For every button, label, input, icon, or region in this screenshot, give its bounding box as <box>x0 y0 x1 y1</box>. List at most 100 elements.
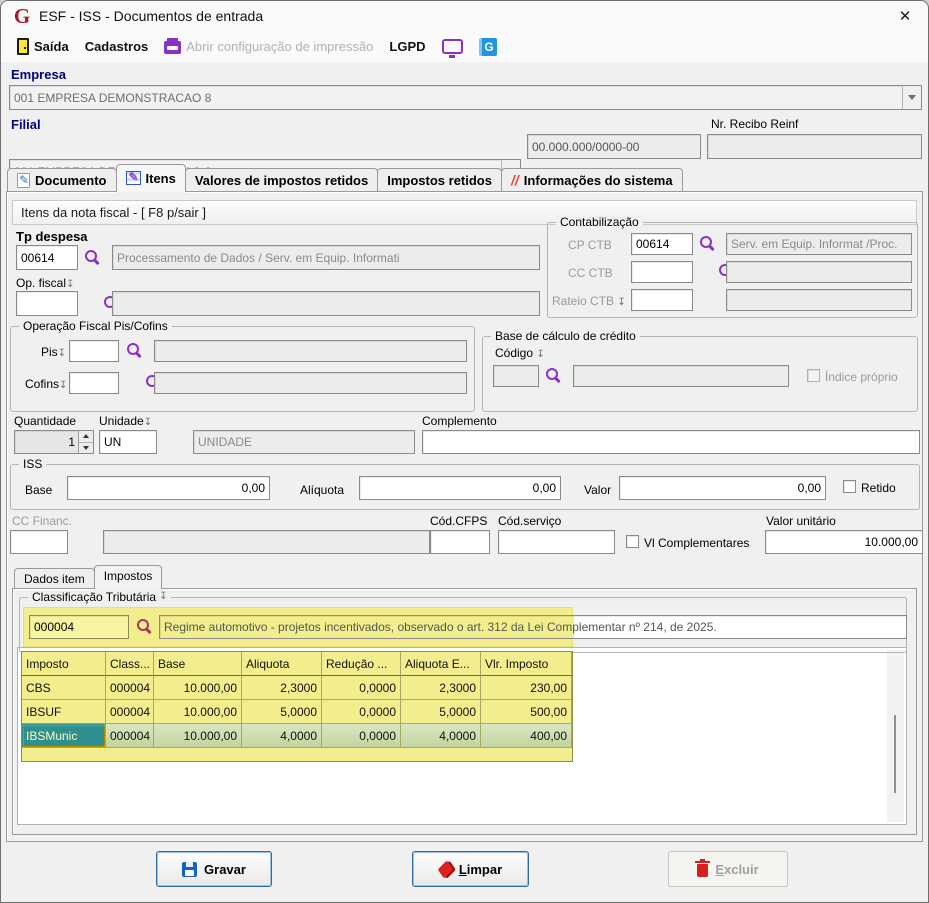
complemento-input[interactable] <box>422 430 920 454</box>
recibo-reinf-label: Nr. Recibo Reinf <box>711 117 799 131</box>
cod-servico-input[interactable] <box>498 530 615 554</box>
menu-monitor[interactable] <box>434 31 471 62</box>
tab-informacoes-sistema[interactable]: // Informações do sistema <box>500 168 683 192</box>
gravar-button[interactable]: Gravar <box>156 851 272 887</box>
classificacao-pin-icon <box>159 592 167 602</box>
vertical-scrollbar[interactable] <box>887 650 904 822</box>
grid-body: CBS 000004 10.000,00 2,3000 0,0000 2,3000 230,… <box>22 676 572 748</box>
cc-ctb-input[interactable] <box>631 261 693 283</box>
title-bar: G ESF - ISS - Documentos de entrada <box>1 1 928 31</box>
tp-despesa-input[interactable]: 00614 <box>16 245 78 270</box>
table-row[interactable]: IBSUF 000004 10.000,00 5,0000 0,0000 5,0000 50… <box>22 700 572 724</box>
tab-impostos-retidos[interactable]: Impostos retidos <box>377 168 502 192</box>
subtab-impostos[interactable]: Impostos <box>93 565 163 589</box>
iss-aliquota-input[interactable]: 0,00 <box>359 476 561 500</box>
menu-lgpd[interactable]: LGPD <box>381 31 433 62</box>
menu-saida-label: Saída <box>34 39 69 54</box>
gravar-button-label: Gravar <box>204 861 246 877</box>
cod-servico-label: Cód.serviço <box>498 514 562 528</box>
table-cell: 10.000,00 <box>154 700 242 724</box>
pis-input[interactable] <box>69 340 119 362</box>
unidade-input[interactable]: UN <box>99 430 157 454</box>
menu-bar: Saída Cadastros Abrir configuração de im… <box>1 31 928 62</box>
table-cell: 4,0000 <box>242 724 322 748</box>
cc-ctb-desc-field <box>726 261 912 283</box>
impostos-subpanel: Classificação Tributária 000004 Regime a… <box>12 588 917 835</box>
rateio-ctb-input[interactable] <box>631 289 693 311</box>
main-tabstrip: Documento Itens Valores de impostos reti… <box>7 164 683 192</box>
subtab-dados-item[interactable]: Dados item <box>14 568 95 589</box>
excluir-button: Excluir <box>668 851 788 887</box>
pis-pin-icon <box>58 349 66 359</box>
empresa-dropdown-icon[interactable] <box>902 86 921 109</box>
cc-financ-input[interactable] <box>10 530 68 554</box>
table-row[interactable]: CBS 000004 10.000,00 2,3000 0,0000 2,3000 230,… <box>22 676 572 700</box>
quantidade-stepper[interactable]: 1 <box>14 430 94 454</box>
cc-ctb-label: CC CTB <box>568 266 613 280</box>
indice-proprio-label: Índice próprio <box>825 370 898 384</box>
op-fiscal-input[interactable] <box>16 291 78 316</box>
cp-ctb-input[interactable]: 00614 <box>631 233 693 255</box>
quantidade-label: Quantidade <box>14 414 77 428</box>
menu-lgpd-label: LGPD <box>389 39 426 54</box>
limpar-button[interactable]: Limpar <box>412 851 529 887</box>
iss-valor-input[interactable]: 0,00 <box>619 476 826 500</box>
classificacao-code-input[interactable]: 000004 <box>29 615 129 639</box>
empresa-value: 001 EMPRESA DEMONSTRACAO 8 <box>14 90 212 105</box>
close-icon[interactable] <box>888 3 922 29</box>
column-header[interactable]: Aliquota E... <box>401 652 481 676</box>
empresa-combobox[interactable]: 001 EMPRESA DEMONSTRACAO 8 <box>9 85 922 110</box>
retido-checkbox[interactable] <box>843 480 856 493</box>
cod-cfps-label: Cód.CFPS <box>430 514 488 528</box>
printer-icon <box>164 38 182 54</box>
cofins-input[interactable] <box>69 372 119 394</box>
cp-ctb-search-icon[interactable] <box>700 236 716 252</box>
pis-search-icon[interactable] <box>127 343 143 359</box>
valor-unitario-label: Valor unitário <box>766 514 836 528</box>
op-fiscal-label: Op. fiscal <box>16 276 74 290</box>
base-credito-group: Base de cálculo de crédito Código Índice… <box>482 329 918 412</box>
cc-financ-label: CC Financ. <box>12 514 73 528</box>
valor-unitario-input[interactable]: 10.000,00 <box>765 530 923 554</box>
tab-valores-impostos-retidos[interactable]: Valores de impostos retidos <box>184 168 379 192</box>
stepper-down-icon[interactable] <box>79 442 93 453</box>
menu-saida[interactable]: Saída <box>9 31 77 62</box>
column-header[interactable]: Class... <box>106 652 154 676</box>
classificacao-desc-field: Regime automotivo - projetos incentivado… <box>159 615 907 639</box>
codigo-desc-field <box>573 365 789 387</box>
cc-financ-desc-field <box>103 530 430 554</box>
tp-despesa-search-icon[interactable] <box>85 250 101 266</box>
cod-cfps-input[interactable] <box>430 530 490 554</box>
classificacao-search-icon[interactable] <box>137 619 153 635</box>
menu-cadastros-label: Cadastros <box>84 39 149 54</box>
column-header[interactable]: Vlr. Imposto <box>481 652 572 676</box>
exit-door-icon <box>17 38 29 55</box>
column-header[interactable]: Aliquota <box>242 652 322 676</box>
indice-proprio-checkbox[interactable] <box>807 369 820 382</box>
op-fiscal-desc-field <box>112 291 540 316</box>
tab-documento[interactable]: Documento <box>7 168 117 192</box>
codigo-pin-icon <box>536 350 544 360</box>
scrollbar-thumb[interactable] <box>894 715 896 793</box>
tab-itens[interactable]: Itens <box>115 164 186 192</box>
codigo-search-icon[interactable] <box>546 368 562 384</box>
codigo-input[interactable] <box>493 365 539 387</box>
vl-complementares-checkbox[interactable] <box>626 535 639 548</box>
table-cell: 5,0000 <box>401 700 481 724</box>
iss-base-input[interactable]: 0,00 <box>67 476 270 500</box>
menu-help[interactable]: G <box>471 31 505 62</box>
unidade-label: Unidade <box>99 414 152 428</box>
iss-aliquota-label: Alíquota <box>300 483 345 497</box>
rateio-pin-icon <box>617 298 625 308</box>
table-row[interactable]: IBSMunic 000004 10.000,00 4,0000 0,0000 4,000… <box>22 724 572 748</box>
window-title: ESF - ISS - Documentos de entrada <box>39 8 264 24</box>
pis-label: Pis <box>41 345 66 359</box>
menu-cadastros[interactable]: Cadastros <box>77 31 157 62</box>
column-header[interactable]: Imposto <box>22 652 106 676</box>
column-header[interactable]: Redução ... <box>322 652 401 676</box>
column-header[interactable]: Base <box>154 652 242 676</box>
retido-label: Retido <box>861 481 896 495</box>
contabilizacao-title: Contabilização <box>556 215 643 229</box>
stepper-up-icon[interactable] <box>79 431 93 443</box>
items-grid-pencil-icon <box>125 170 141 185</box>
